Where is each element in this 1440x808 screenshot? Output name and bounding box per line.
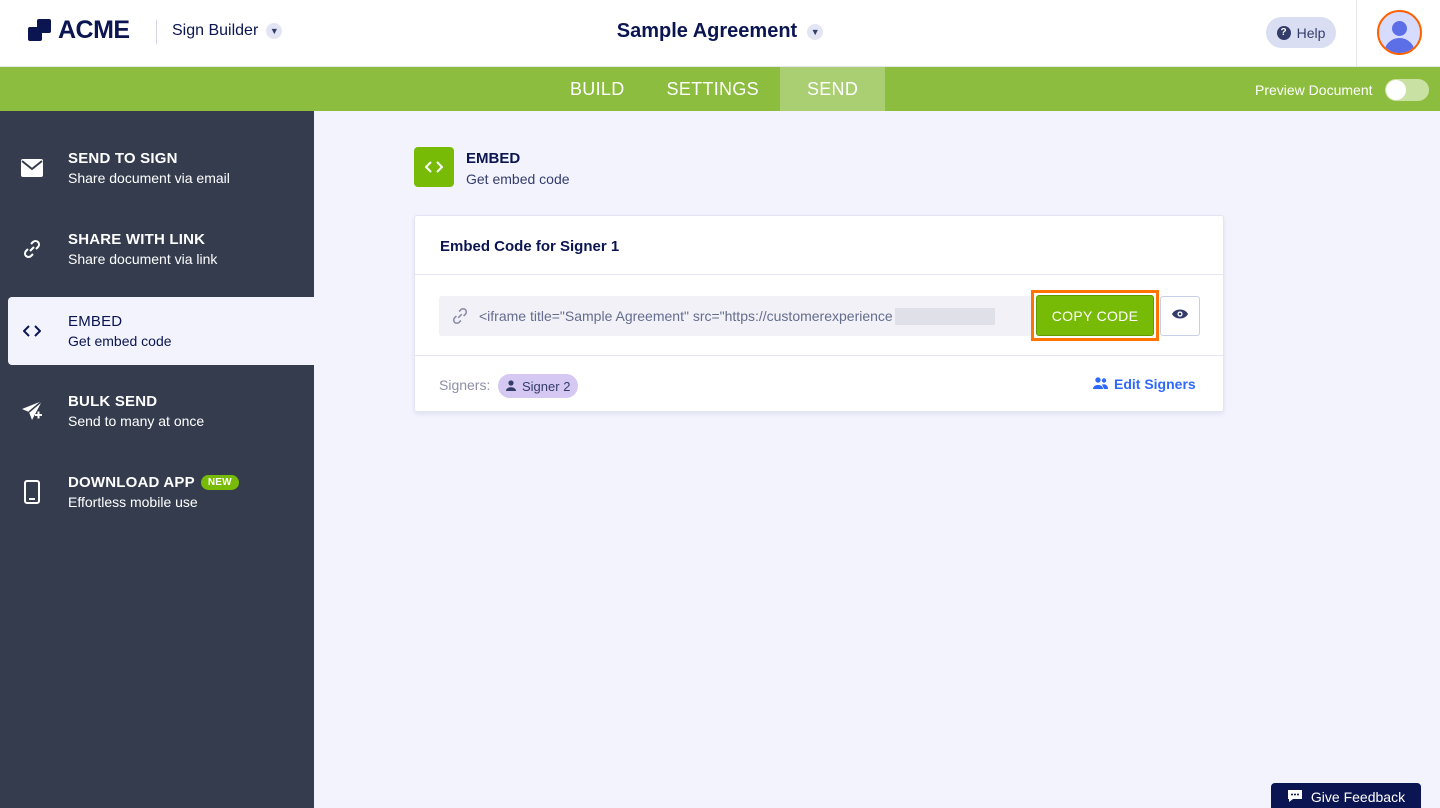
new-badge: NEW (200, 475, 239, 490)
copy-code-button[interactable]: COPY CODE (1036, 295, 1154, 336)
preview-embed-button[interactable] (1160, 296, 1200, 336)
preview-document: Preview Document (1255, 79, 1429, 101)
sidebar-item-title: SEND TO SIGN (68, 150, 178, 167)
sidebar-item-embed[interactable]: EMBED Get embed code (8, 297, 314, 365)
give-feedback-label: Give Feedback (1310, 789, 1406, 805)
signer-chip-label: Signer 2 (522, 378, 571, 394)
brand-name: ACME (58, 16, 130, 44)
mobile-phone-icon (20, 480, 44, 504)
toggle-knob (1385, 80, 1406, 100)
avatar-head (1392, 21, 1407, 36)
signers-label: Signers: (439, 377, 491, 393)
give-feedback-button[interactable]: Give Feedback (1271, 783, 1421, 808)
builder-tabs: BUILD SETTINGS SEND (549, 67, 886, 111)
tab-build[interactable]: BUILD (549, 67, 646, 111)
chevron-down-icon: ▼ (266, 23, 283, 39)
embed-code-card: Embed Code for Signer 1 <iframe title="S… (414, 215, 1224, 412)
chevron-down-icon[interactable]: ▼ (807, 23, 824, 40)
users-icon (1093, 376, 1108, 392)
help-label: Help (1296, 24, 1326, 41)
sidebar-item-subtitle: Get embed code (68, 333, 172, 349)
redacted-code (894, 307, 995, 325)
help-button[interactable]: ? Help (1266, 17, 1336, 48)
code-icon (20, 319, 44, 343)
tab-settings[interactable]: SETTINGS (646, 67, 780, 111)
avatar[interactable] (1377, 10, 1422, 55)
edit-signers-link[interactable]: Edit Signers (1093, 376, 1196, 392)
app-switcher[interactable]: Sign Builder ▼ (172, 22, 283, 40)
embed-code-text: <iframe title="Sample Agreement" src="ht… (479, 308, 893, 324)
preview-document-label: Preview Document (1255, 82, 1373, 98)
section-header: EMBED Get embed code (414, 147, 570, 187)
avatar-body (1384, 38, 1415, 53)
envelope-icon (20, 156, 44, 180)
preview-toggle[interactable] (1384, 79, 1429, 101)
sidebar-item-subtitle: Effortless mobile use (68, 494, 198, 510)
sidebar-item-share-with-link[interactable]: SHARE WITH LINK Share document via link (8, 215, 314, 283)
link-icon (20, 237, 44, 261)
sidebar-item-subtitle: Share document via link (68, 251, 218, 267)
section-title: EMBED (466, 150, 521, 167)
link-icon (451, 307, 469, 325)
sidebar-item-title: EMBED (68, 313, 123, 330)
sidebar-item-title-row: DOWNLOAD APP NEW (68, 474, 239, 491)
builder-nav: BUILD SETTINGS SEND Preview Document (0, 67, 1440, 111)
section-subtitle: Get embed code (466, 171, 570, 187)
feedback-icon (1287, 789, 1303, 806)
sidebar-item-bulk-send[interactable]: BULK SEND Send to many at once (8, 377, 314, 445)
acme-logo[interactable]: ACME (28, 16, 130, 45)
divider (415, 274, 1223, 275)
sidebar-item-subtitle: Share document via email (68, 170, 230, 186)
eye-icon (1171, 307, 1189, 325)
sidebar-item-title: DOWNLOAD APP (68, 474, 195, 491)
edit-signers-label: Edit Signers (1114, 376, 1196, 392)
sidebar-item-title: SHARE WITH LINK (68, 231, 206, 248)
card-title: Embed Code for Signer 1 (440, 238, 620, 255)
paper-plane-icon (20, 399, 44, 423)
sidebar-item-send-to-sign[interactable]: SEND TO SIGN Share document via email (8, 134, 314, 202)
signer-chip[interactable]: Signer 2 (498, 374, 579, 398)
sidebar-item-download-app[interactable]: DOWNLOAD APP NEW Effortless mobile use (8, 458, 314, 526)
divider (415, 355, 1223, 356)
embed-code-field[interactable]: <iframe title="Sample Agreement" src="ht… (439, 296, 1032, 336)
tab-send[interactable]: SEND (779, 67, 886, 111)
app-switcher-label: Sign Builder (172, 22, 259, 39)
sidebar-item-subtitle: Send to many at once (68, 413, 205, 429)
header-divider (1356, 0, 1357, 67)
header-divider (156, 20, 157, 44)
sidebar-item-title: BULK SEND (68, 393, 158, 410)
send-options-sidebar: SEND TO SIGN Share document via email SH… (0, 111, 314, 808)
top-header: ACME Sign Builder ▼ Sample Agreement ▼ ?… (0, 0, 1440, 67)
code-icon (414, 147, 454, 187)
acme-logo-icon (28, 18, 52, 43)
user-icon (506, 379, 516, 394)
question-icon: ? (1276, 25, 1291, 40)
document-title-text[interactable]: Sample Agreement (617, 20, 797, 43)
